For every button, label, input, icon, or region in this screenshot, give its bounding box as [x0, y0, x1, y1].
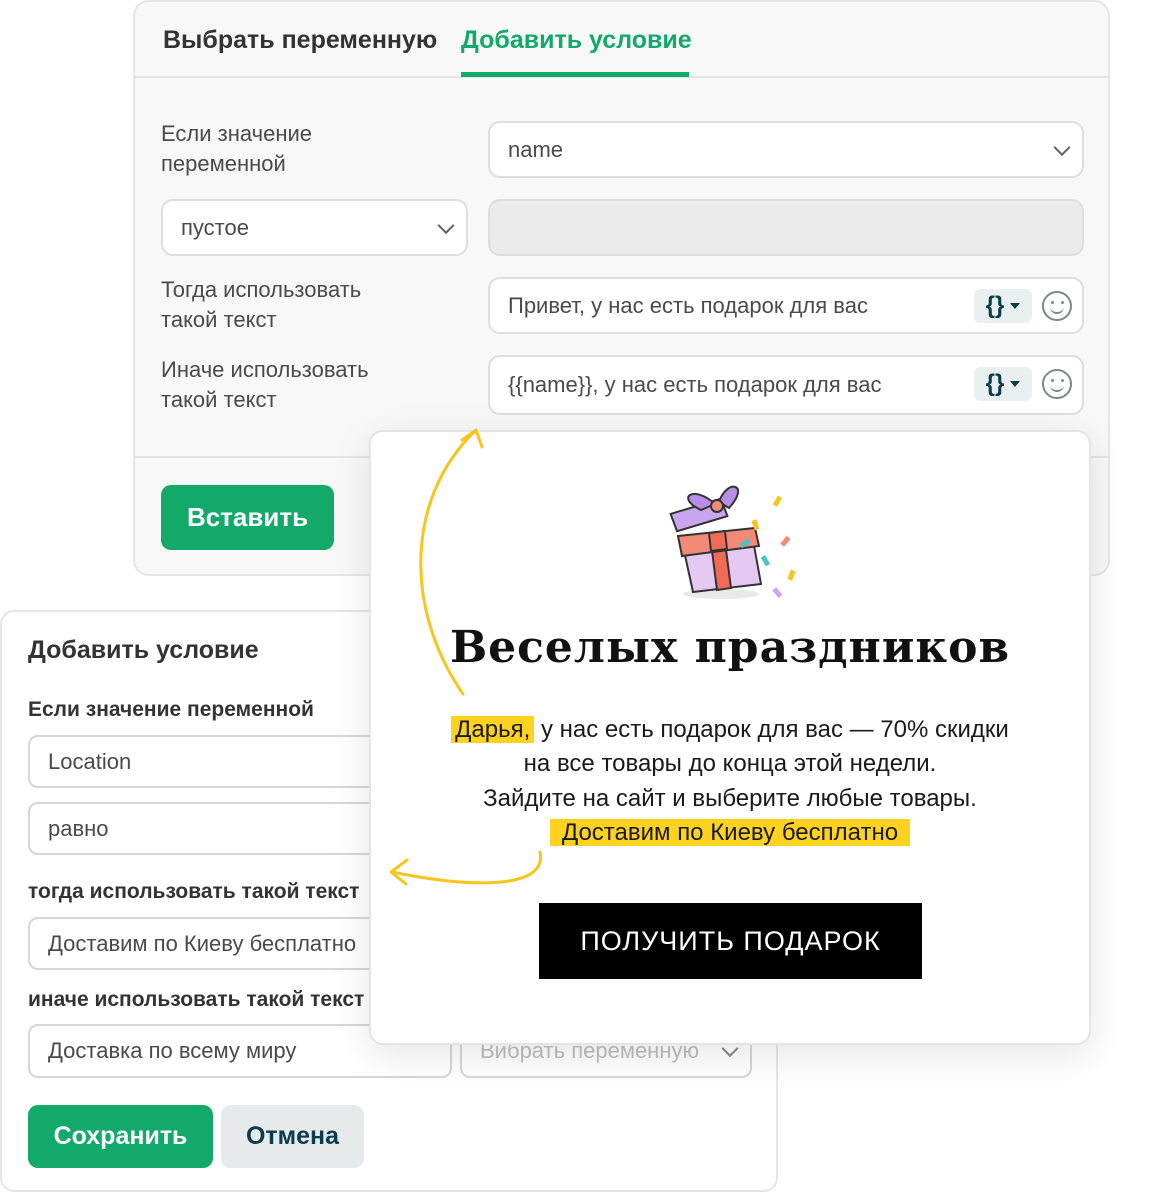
active-tab-indicator: [461, 72, 689, 77]
popup-text-line1-rest: у нас есть подарок для вас — 70% скидки: [534, 716, 1009, 743]
cancel-button[interactable]: Отмена: [221, 1105, 364, 1168]
chevron-down-icon: [1053, 138, 1071, 156]
then-text-label: Тогда использовать такой текст: [161, 277, 362, 332]
condition-select[interactable]: равно: [28, 802, 388, 855]
then-text-input[interactable]: Доставим по Киеву бесплатно: [28, 917, 388, 970]
editor-tabs: Выбрать переменную Добавить условие: [135, 2, 1108, 78]
braces-icon: {}: [985, 370, 1005, 397]
holiday-popup-preview: Веселых праздников Дарья, у нас есть под…: [369, 430, 1091, 1045]
compare-value-input[interactable]: [488, 199, 1084, 256]
then-text-label: тогда использовать такой текст: [28, 880, 360, 903]
braces-icon: {}: [985, 292, 1005, 319]
else-text-value: {{name}}, у нас есть подарок для вас: [508, 372, 882, 397]
highlighted-name: Дарья,: [451, 716, 535, 743]
else-text-label: иначе использовать такой текст: [28, 988, 365, 1011]
then-text-input[interactable]: Привет, у нас есть подарок для вас {}: [488, 277, 1084, 334]
save-button[interactable]: Сохранить: [28, 1105, 213, 1168]
insert-variable-button[interactable]: {}: [974, 289, 1032, 323]
popup-text-line1: Дарья, у нас есть подарок для вас — 70% …: [371, 716, 1089, 744]
variable-select-value: name: [508, 136, 564, 162]
tab-add-condition[interactable]: Добавить условие: [461, 26, 692, 55]
else-text-label: Иначе использовать такой текст: [161, 357, 369, 412]
chevron-down-icon: [437, 216, 455, 234]
popup-title: Веселых праздников: [449, 622, 1011, 673]
panel-title: Добавить условие: [28, 636, 259, 664]
tab-select-variable[interactable]: Выбрать переменную: [163, 26, 437, 55]
caret-down-icon: [1010, 303, 1021, 309]
popup-text-line2: на все товары до конца этой недели.: [523, 750, 937, 777]
if-variable-label: Если значение переменной: [28, 698, 314, 721]
if-variable-label: Если значение переменной: [161, 121, 313, 176]
highlighted-delivery-text: Доставим по Киеву бесплатно: [549, 819, 911, 846]
emoji-icon[interactable]: [1042, 369, 1072, 399]
popup-text-line3: Зайдите на сайт и выберите любые товары.: [483, 785, 977, 812]
emoji-icon[interactable]: [1042, 291, 1072, 321]
then-text-value: Привет, у нас есть подарок для вас: [508, 292, 868, 318]
condition-select[interactable]: пустое: [161, 199, 468, 256]
else-text-input[interactable]: {{name}}, у нас есть подарок для вас {}: [488, 355, 1084, 415]
variable-select[interactable]: Location: [28, 735, 388, 788]
popup-text-line4: Доставим по Киеву бесплатно: [371, 819, 1089, 847]
caret-down-icon: [1010, 381, 1021, 387]
gift-icon: [669, 485, 796, 599]
insert-variable-button[interactable]: {}: [974, 367, 1032, 401]
insert-button[interactable]: Вставить: [161, 485, 334, 550]
get-gift-button[interactable]: ПОЛУЧИТЬ ПОДАРОК: [539, 903, 922, 979]
variable-select[interactable]: name: [488, 121, 1084, 178]
condition-select-value: пустое: [181, 214, 249, 240]
